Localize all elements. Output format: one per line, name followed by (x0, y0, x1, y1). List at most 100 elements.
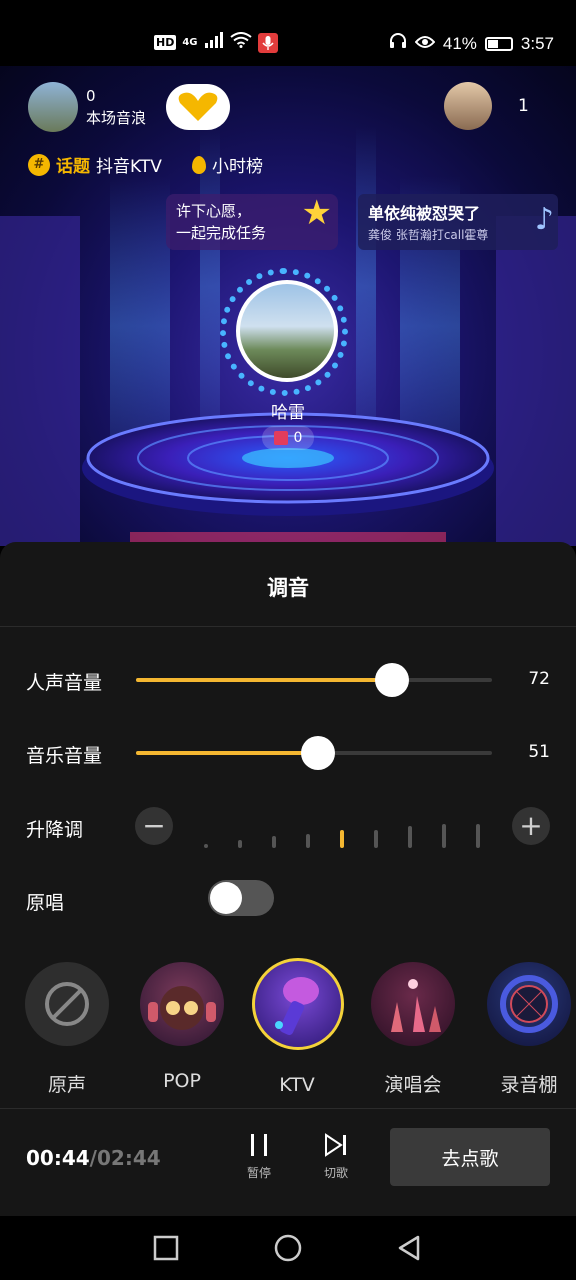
effect-concert[interactable]: 演唱会 (368, 958, 458, 1097)
pitch-step (408, 826, 412, 848)
ktv-mic-icon (252, 958, 344, 1050)
pitch-step (374, 830, 378, 848)
audience-avatar[interactable] (444, 82, 492, 130)
star-icon: ★ (301, 193, 332, 233)
back-button[interactable] (396, 1234, 424, 1262)
vocal-volume-thumb[interactable] (375, 663, 409, 697)
host-wave-count: 0 (86, 87, 96, 105)
topic-name: 抖音KTV (96, 157, 162, 177)
total-time: 02:44 (96, 1146, 161, 1170)
pitch-step (306, 834, 310, 848)
tuning-panel: 调音 人声音量 72 音乐音量 51 升降调 − + 原唱 原声 POP KTV… (0, 542, 576, 1216)
pause-label: 暂停 (246, 1166, 271, 1180)
original-vocal-toggle[interactable] (208, 880, 274, 916)
studio-mic-icon (487, 962, 571, 1046)
effect-studio[interactable]: 录音棚 (484, 958, 574, 1097)
gift-heart-button[interactable] (166, 84, 230, 130)
concert-hands-icon (371, 962, 455, 1046)
pitch-indicator (200, 824, 490, 848)
effect-original[interactable]: 原声 (22, 958, 112, 1097)
effect-label: POP (163, 1070, 201, 1092)
vocal-volume-label: 人声音量 (26, 672, 103, 694)
hour-rank-label: 小时榜 (212, 157, 263, 177)
song-subtitle: 龚俊 张哲瀚打call霍尊 (368, 228, 489, 242)
effect-label: 录音棚 (500, 1074, 558, 1096)
gift-count-badge: 0 (262, 426, 314, 450)
flame-icon (192, 155, 206, 174)
effect-label: KTV (279, 1074, 315, 1096)
effect-pop[interactable]: POP (137, 958, 227, 1092)
network-type: 4G (182, 37, 198, 48)
panel-divider (0, 626, 576, 627)
effect-ktv[interactable]: KTV (252, 958, 344, 1096)
music-volume-slider[interactable] (136, 736, 492, 770)
vocal-volume-fill (136, 678, 392, 682)
clock: 3:57 (520, 33, 554, 53)
signal-icon (204, 32, 224, 53)
pitch-label: 升降调 (26, 819, 84, 841)
topic-prefix: 话题 (56, 157, 90, 177)
viewer-count[interactable]: 1 (518, 96, 529, 116)
disabled-icon (25, 962, 109, 1046)
live-stage: 0 本场音浪 1 # 话题 抖音KTV 小时榜 许下心愿， 一起完成任务 ★ 单… (0, 66, 576, 546)
minus-icon: − (142, 809, 166, 842)
pitch-step-current (340, 830, 344, 848)
topic-chip[interactable]: # 话题 抖音KTV (28, 152, 162, 177)
wish-banner[interactable]: 许下心愿， 一起完成任务 ★ (166, 194, 338, 250)
effect-label: 演唱会 (384, 1074, 442, 1096)
hd-badge: HD (154, 35, 177, 50)
vocal-volume-slider[interactable] (136, 663, 492, 697)
pitch-up-button[interactable]: + (512, 807, 550, 845)
circle-icon (274, 1234, 302, 1262)
panel-title: 调音 (267, 576, 309, 600)
player-divider (0, 1108, 576, 1109)
pitch-down-button[interactable]: − (135, 807, 173, 845)
recents-button[interactable] (152, 1234, 180, 1262)
music-volume-value: 51 (528, 742, 550, 762)
music-volume-thumb[interactable] (301, 736, 335, 770)
current-time: 00:44 (26, 1146, 90, 1170)
host-wave-label: 本场音浪 (86, 109, 147, 127)
status-right: 41% 3:57 (389, 32, 554, 55)
time-separator: / (89, 1146, 97, 1170)
pause-icon (229, 1132, 289, 1162)
next-song-label: 切歌 (323, 1166, 348, 1180)
singer-avatar[interactable] (236, 280, 338, 382)
playback-time: 00:44/02:44 (26, 1146, 161, 1170)
toggle-knob (210, 882, 242, 914)
status-bar: HD 4G 41% 3:57 (0, 0, 576, 66)
battery-percent: 41% (442, 33, 477, 53)
home-button[interactable] (274, 1234, 302, 1262)
pitch-step (476, 824, 480, 848)
host-info[interactable]: 0 本场音浪 (28, 82, 146, 132)
host-avatar[interactable] (28, 82, 78, 132)
music-volume-fill (136, 751, 318, 755)
hour-rank-chip[interactable]: 小时榜 (192, 152, 263, 177)
pitch-step (238, 840, 242, 848)
wifi-icon (229, 32, 252, 53)
pitch-step (204, 844, 208, 848)
order-song-button[interactable]: 去点歌 (390, 1128, 550, 1186)
heart-icon (178, 92, 218, 121)
battery-icon (484, 36, 513, 51)
effect-label: 原声 (47, 1074, 86, 1096)
pitch-step (442, 824, 446, 848)
original-vocal-label: 原唱 (26, 892, 65, 914)
triangle-back-icon (398, 1235, 420, 1261)
gift-count: 0 (293, 430, 303, 446)
song-promo-card[interactable]: 单依纯被怼哭了 龚俊 张哲瀚打call霍尊 ♪ (358, 194, 558, 250)
sound-effects-list: 原声 POP KTV 演唱会 录音棚 (0, 958, 576, 1128)
square-icon (153, 1235, 179, 1261)
eye-icon (414, 34, 436, 54)
song-title: 单依纯被怼哭了 (368, 204, 481, 223)
next-track-icon (306, 1132, 366, 1162)
next-song-button[interactable]: 切歌 (306, 1132, 366, 1181)
vocal-volume-value: 72 (528, 669, 550, 689)
system-nav-bar (0, 1216, 576, 1280)
status-left: HD 4G (154, 32, 278, 53)
headset-icon (389, 32, 407, 55)
hashtag-icon: # (28, 153, 50, 176)
pitch-step (272, 836, 276, 848)
music-note-icon: ♪ (534, 202, 554, 237)
pause-button[interactable]: 暂停 (229, 1132, 289, 1181)
